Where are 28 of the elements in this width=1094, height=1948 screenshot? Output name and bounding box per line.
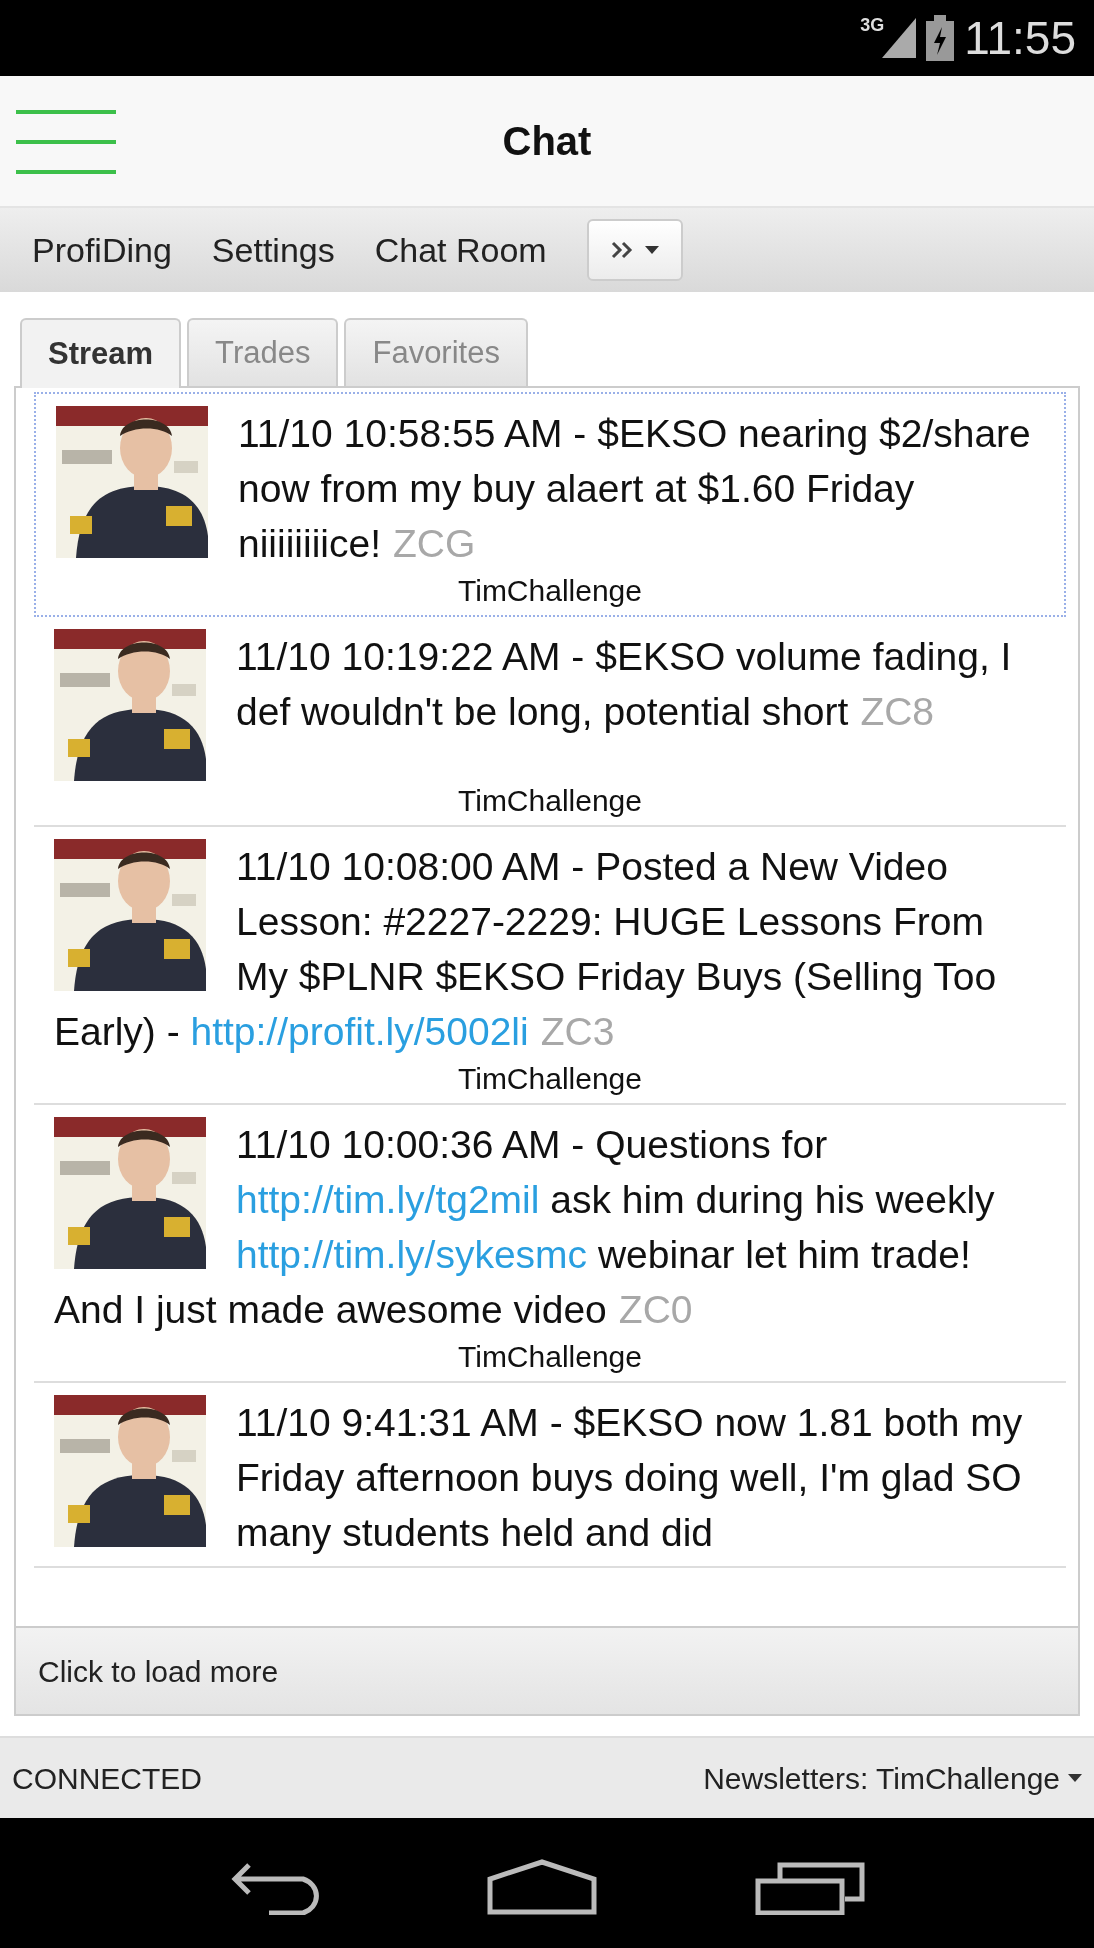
message-text: 11/10 9:41:31 AM - $EKSO now 1.81 both my Friday afternoon buys doing well, I'm glad SO many students held and did	[236, 1401, 1023, 1554]
author-name: TimChallenge	[457, 1061, 643, 1097]
newsletters-dropdown[interactable]: Newsletters: TimChallenge	[703, 1755, 1082, 1801]
message-item[interactable]: 11/10 10:19:22 AM - $EKSO volume fading, I def wouldn't be long, potential short ZC8 TimChallenge	[34, 617, 1066, 827]
tab[interactable]: Stream	[20, 318, 182, 388]
battery-icon	[926, 15, 955, 61]
menu-icon	[16, 110, 116, 174]
message-item[interactable]: 11/10 10:58:55 AM - $EKSO nearing $2/share now from my buy alaert at $1.60 Friday niiiiiiiice! ZCG TimChallenge	[34, 392, 1066, 617]
load-more-button[interactable]: Click to load more	[16, 1626, 1078, 1714]
message-item[interactable]: 11/10 10:08:00 AM - Posted a New Video Lesson: #2227-2229: HUGE Lessons From My $PLNR $EKSO Friday Buys (Selling Too Early) - http://profit.ly/5002li ZC3 TimChallenge	[34, 827, 1066, 1105]
caret-icon	[644, 246, 659, 254]
author-name: TimChallenge	[457, 573, 643, 609]
author-name: TimChallenge	[457, 783, 643, 819]
page-title: Chat	[502, 118, 592, 165]
status-time: 11:55	[964, 15, 1076, 61]
home-icon[interactable]	[487, 1859, 597, 1915]
signal-icon	[882, 18, 917, 58]
more-dropdown-button[interactable]	[586, 219, 683, 281]
network-label: 3G	[860, 14, 885, 37]
message-text: 11/10 10:19:22 AM - $EKSO volume fading, I def wouldn't be long, potential short ZC8	[236, 635, 1012, 733]
message-text: 11/10 10:58:55 AM - $EKSO nearing $2/share now from my buy alaert at $1.60 Friday niiiiiiiice! ZCG	[238, 412, 1031, 565]
nav-link[interactable]: Settings	[193, 224, 353, 276]
author-name: TimChallenge	[457, 1339, 643, 1375]
nav-link[interactable]: Chat Room	[356, 224, 565, 276]
message-item[interactable]: 11/10 9:41:31 AM - $EKSO now 1.81 both my Friday afternoon buys doing well, I'm glad SO many students held and did	[34, 1383, 1066, 1568]
connection-status: CONNECTED	[12, 1760, 202, 1797]
caret-icon	[1068, 1774, 1082, 1782]
nav-link[interactable]: ProfiDing	[14, 224, 190, 276]
